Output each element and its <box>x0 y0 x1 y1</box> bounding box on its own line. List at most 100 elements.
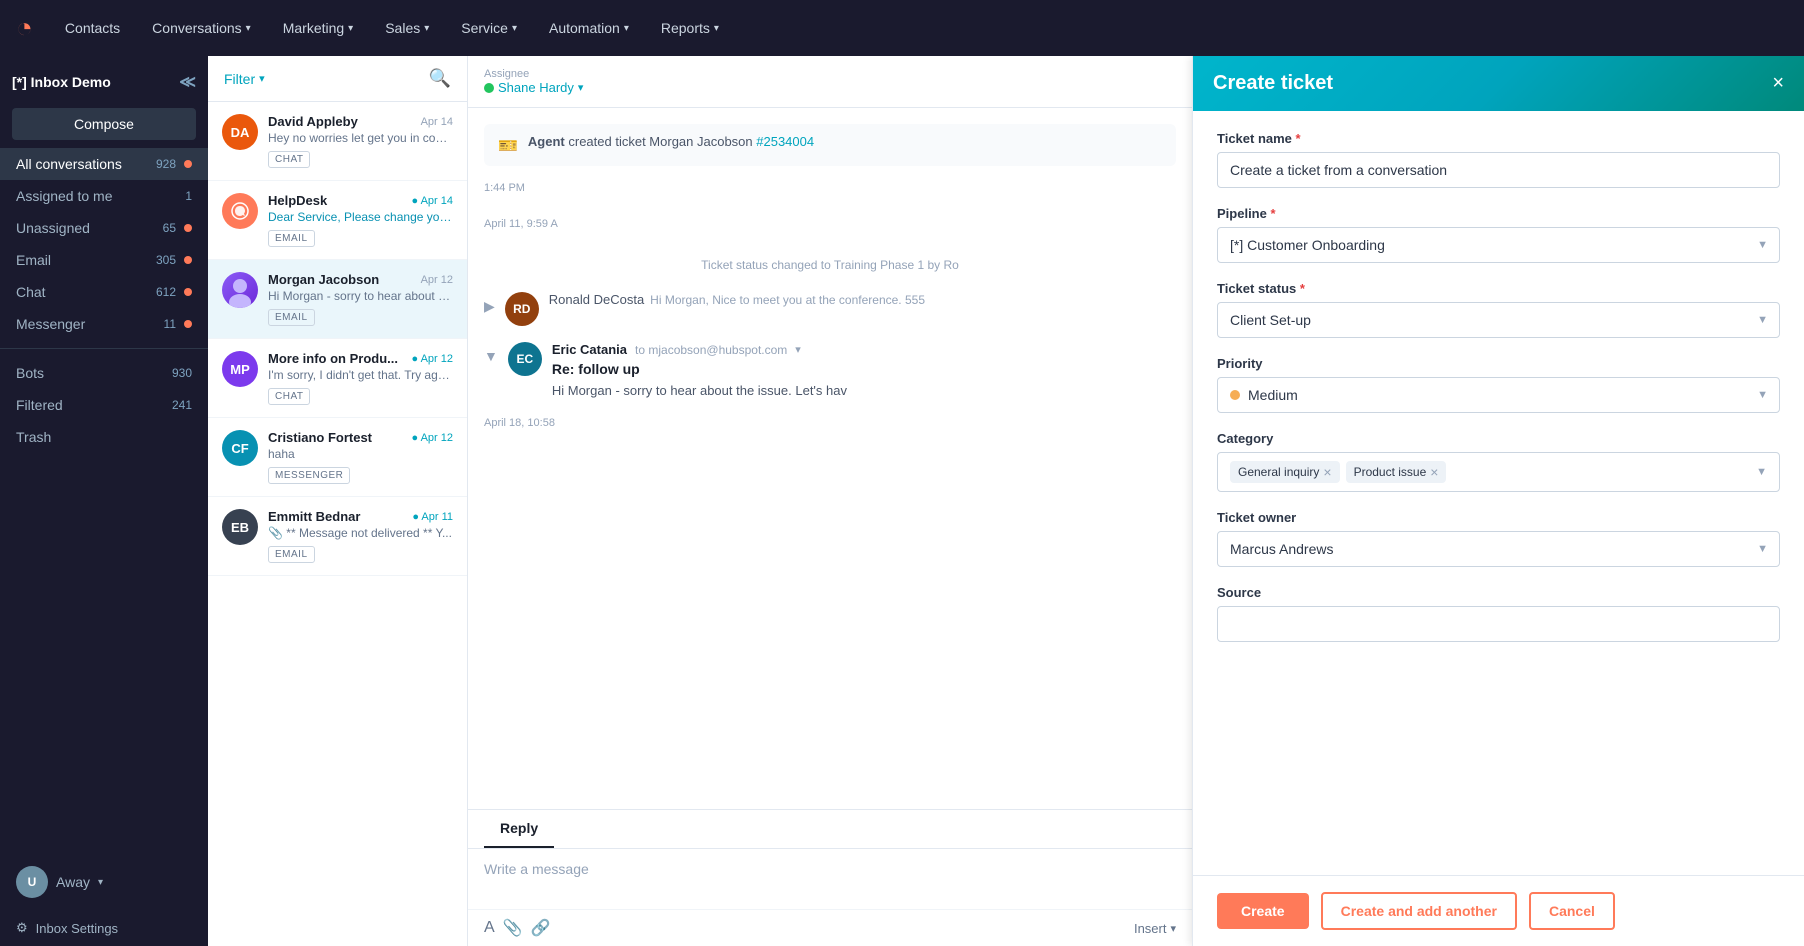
text-format-icon[interactable]: A <box>484 919 495 937</box>
conv-preview: Hey no worries let get you in cont... <box>268 131 453 145</box>
form-group-pipeline: Pipeline * [*] Customer Onboarding <box>1217 206 1780 263</box>
conversation-item[interactable]: MP More info on Produ... ● Apr 12 I'm so… <box>208 339 467 418</box>
system-message: 🎫 Agent created ticket Morgan Jacobson #… <box>484 124 1176 166</box>
assignee-name[interactable]: Shane Hardy ▾ <box>484 80 583 95</box>
reply-input[interactable]: Write a message <box>468 849 1192 909</box>
ticket-status-select[interactable]: Client Set-up <box>1217 302 1780 338</box>
sidebar-item-label: Messenger <box>16 316 85 332</box>
sidebar-item-messenger[interactable]: Messenger 11 <box>0 308 208 340</box>
user-status[interactable]: U Away ▾ <box>0 854 208 910</box>
sidebar-item-bots[interactable]: Bots 930 <box>0 357 208 389</box>
cancel-button[interactable]: Cancel <box>1529 892 1615 930</box>
conv-content: More info on Produ... ● Apr 12 I'm sorry… <box>268 351 453 405</box>
ticket-owner-select[interactable]: Marcus Andrews <box>1217 531 1780 567</box>
sidebar-item-assigned-to-me[interactable]: Assigned to me 1 <box>0 180 208 212</box>
conversation-item[interactable]: CF Cristiano Fortest ● Apr 12 haha MESSE… <box>208 418 467 497</box>
category-field[interactable]: General inquiry × Product issue × <box>1217 452 1780 492</box>
ticket-status-label: Ticket status * <box>1217 281 1780 296</box>
priority-select-wrapper[interactable]: Medium <box>1217 377 1780 413</box>
avatar: EC <box>508 342 542 376</box>
sidebar-badge: 928 <box>156 157 176 171</box>
sidebar-item-email[interactable]: Email 305 <box>0 244 208 276</box>
category-remove-icon[interactable]: × <box>1323 464 1331 480</box>
conv-tag: EMAIL <box>268 309 315 326</box>
ticket-name-input[interactable] <box>1217 152 1780 188</box>
conv-tag: CHAT <box>268 151 310 168</box>
nav-contacts[interactable]: Contacts <box>53 14 132 42</box>
compose-button[interactable]: Compose <box>12 108 196 140</box>
unread-dot <box>184 288 192 296</box>
sidebar-item-unassigned[interactable]: Unassigned 65 <box>0 212 208 244</box>
collapse-icon[interactable]: ▼ <box>484 348 498 364</box>
sidebar-divider <box>0 348 208 349</box>
conv-content: David Appleby Apr 14 Hey no worries let … <box>268 114 453 168</box>
inbox-settings[interactable]: ⚙ Inbox Settings <box>0 910 208 946</box>
conv-name: Cristiano Fortest <box>268 430 372 445</box>
panel-body: Ticket name * Pipeline * [*] Customer On… <box>1193 111 1804 875</box>
conv-header: Assignee Shane Hardy ▾ <box>468 56 1192 108</box>
attachment-icon[interactable]: 📎 <box>503 918 523 938</box>
paperclip-icon[interactable]: 🔗 <box>531 918 551 938</box>
close-button[interactable]: × <box>1772 72 1784 95</box>
create-button[interactable]: Create <box>1217 893 1309 929</box>
nav-automation[interactable]: Automation ▾ <box>537 14 641 42</box>
expand-icon[interactable]: ▶ <box>484 298 495 315</box>
create-ticket-panel: Create ticket × Ticket name * Pipeline *… <box>1192 56 1804 946</box>
nav-marketing[interactable]: Marketing ▾ <box>271 14 366 42</box>
search-icon[interactable]: 🔍 <box>429 68 451 89</box>
form-group-ticket-owner: Ticket owner Marcus Andrews <box>1217 510 1780 567</box>
avatar: EB <box>222 509 258 545</box>
filter-label: Filter <box>224 71 255 87</box>
filter-button[interactable]: Filter ▾ <box>224 71 265 87</box>
sidebar-badge: 65 <box>163 221 176 235</box>
nav-conversations[interactable]: Conversations ▾ <box>140 14 263 42</box>
conversation-item[interactable]: DA David Appleby Apr 14 Hey no worries l… <box>208 102 467 181</box>
conv-date: ● Apr 12 <box>411 353 453 365</box>
nav-sales[interactable]: Sales ▾ <box>373 14 441 42</box>
msg-body: Hi Morgan - sorry to hear about the issu… <box>552 381 1176 401</box>
pipeline-select[interactable]: [*] Customer Onboarding <box>1217 227 1780 263</box>
ticket-link[interactable]: #2534004 <box>756 134 814 149</box>
chevron-down-icon: ▾ <box>259 72 265 85</box>
msg-sender: Eric Catania <box>552 342 627 357</box>
priority-label: Priority <box>1217 356 1780 371</box>
sidebar-item-all-conversations[interactable]: All conversations 928 <box>0 148 208 180</box>
sidebar-item-label: Trash <box>16 429 51 445</box>
conversation-item[interactable]: HelpDesk ● Apr 14 Dear Service, Please c… <box>208 181 467 260</box>
conv-name: More info on Produ... <box>268 351 398 366</box>
conv-tag: MESSENGER <box>268 467 350 484</box>
sidebar-collapse-icon[interactable]: ≪ <box>179 72 196 92</box>
source-input[interactable] <box>1217 606 1780 642</box>
priority-display[interactable]: Medium <box>1217 377 1780 413</box>
time-label: 1:44 PM <box>484 182 1176 194</box>
create-and-add-another-button[interactable]: Create and add another <box>1321 892 1517 930</box>
sidebar-item-filtered[interactable]: Filtered 241 <box>0 389 208 421</box>
tab-reply[interactable]: Reply <box>484 810 554 848</box>
conv-date: ● Apr 11 <box>412 511 453 523</box>
conv-date: Apr 12 <box>421 274 453 286</box>
msg-preview: Hi Morgan, Nice to meet you at the confe… <box>650 293 925 307</box>
insert-button[interactable]: Insert ▾ <box>1134 921 1176 936</box>
category-remove-icon[interactable]: × <box>1430 464 1438 480</box>
sidebar-item-trash[interactable]: Trash <box>0 421 208 453</box>
conversation-item[interactable]: EB Emmitt Bednar ● Apr 11 📎 ** Message n… <box>208 497 467 576</box>
priority-dot <box>1230 390 1240 400</box>
panel-title: Create ticket <box>1213 72 1333 95</box>
sidebar-item-label: Unassigned <box>16 220 90 236</box>
sidebar-item-chat[interactable]: Chat 612 <box>0 276 208 308</box>
sidebar-badge: 612 <box>156 285 176 299</box>
avatar <box>222 193 258 229</box>
conv-preview: Hi Morgan - sorry to hear about th... <box>268 289 453 303</box>
hubspot-logo: ◔ <box>16 12 33 44</box>
sidebar-item-label: Email <box>16 252 51 268</box>
conv-name: Morgan Jacobson <box>268 272 379 287</box>
conv-tag: CHAT <box>268 388 310 405</box>
panel-footer: Create Create and add another Cancel <box>1193 875 1804 946</box>
chevron-down-icon: ▾ <box>98 877 103 888</box>
nav-reports[interactable]: Reports ▾ <box>649 14 731 42</box>
ticket-owner-label: Ticket owner <box>1217 510 1780 525</box>
nav-service[interactable]: Service ▾ <box>449 14 529 42</box>
category-label: Category <box>1217 431 1780 446</box>
msg-subject: Re: follow up <box>552 361 1176 377</box>
conversation-item[interactable]: Morgan Jacobson Apr 12 Hi Morgan - sorry… <box>208 260 467 339</box>
